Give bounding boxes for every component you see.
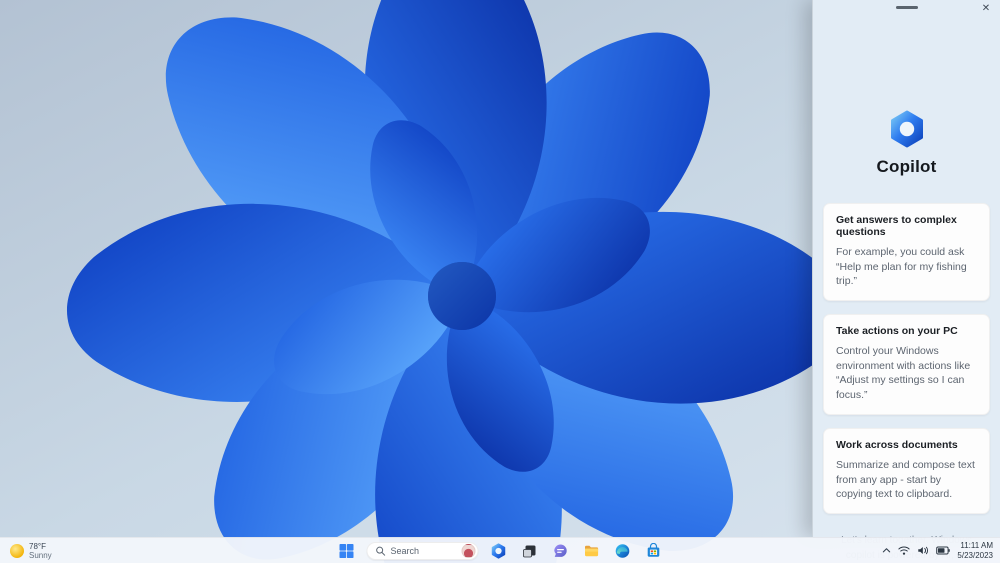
card-body: Control your Windows environment with ac… (836, 345, 971, 402)
system-tray: 11:11 AM 5/23/2023 (882, 538, 993, 563)
wifi-icon[interactable] (898, 545, 911, 556)
windows-start-icon (339, 543, 354, 558)
copilot-icon (491, 542, 506, 559)
weather-temperature: 78°F (29, 541, 46, 551)
card-title: Get answers to complex questions (836, 214, 957, 238)
taskbar-center-icons: Search (336, 538, 665, 563)
task-view-button[interactable] (519, 540, 541, 562)
file-explorer-button[interactable] (581, 540, 603, 562)
start-button[interactable] (336, 540, 358, 562)
speaker-icon[interactable] (917, 545, 929, 556)
battery-icon[interactable] (936, 546, 951, 555)
suggestion-cards: Get answers to complex questions For exa… (813, 203, 1000, 514)
microsoft-store-icon (647, 542, 660, 557)
taskbar: 78°F Sunny Search 11:11 AM 5/23/2023 (0, 537, 1000, 563)
clock-date: 5/23/2023 (957, 550, 993, 560)
edge-icon (615, 543, 630, 558)
file-explorer-icon (585, 545, 599, 556)
taskbar-clock[interactable]: 11:11 AM 5/23/2023 (957, 541, 993, 560)
weather-widget[interactable]: 78°F Sunny (10, 542, 52, 560)
taskbar-copilot-button[interactable] (488, 540, 510, 562)
card-body: Summarize and compose text from any app … (836, 458, 975, 501)
card-title: Work across documents (836, 438, 958, 451)
card-take-actions[interactable]: Take actions on your PC Control your Win… (823, 314, 990, 415)
taskbar-search[interactable]: Search (366, 541, 479, 560)
chat-button[interactable] (550, 540, 572, 562)
panel-drag-handle-icon[interactable] (895, 6, 918, 9)
close-icon[interactable]: ✕ (979, 2, 993, 16)
copilot-logo-icon (890, 110, 923, 148)
panel-title: Copilot (876, 157, 937, 176)
task-view-icon (523, 545, 536, 557)
card-work-documents[interactable]: Work across documents Summarize and comp… (823, 427, 990, 514)
card-title: Take actions on your PC (836, 325, 958, 338)
edge-button[interactable] (612, 540, 634, 562)
card-get-answers[interactable]: Get answers to complex questions For exa… (823, 203, 990, 302)
weather-condition: Sunny (29, 550, 52, 560)
store-button[interactable] (643, 540, 665, 562)
copilot-brand: Copilot (813, 110, 1000, 177)
card-body: For example, you could ask “Help me plan… (836, 246, 967, 288)
search-icon (376, 546, 386, 556)
chat-icon (554, 544, 567, 557)
sun-icon (10, 543, 24, 558)
copilot-panel: ✕ Copilot Get answers to complex questio… (812, 0, 1000, 561)
search-daily-image-icon (461, 543, 476, 558)
clock-time: 11:11 AM (960, 541, 993, 550)
chevron-up-icon[interactable] (882, 546, 891, 555)
search-label: Search (390, 545, 420, 556)
